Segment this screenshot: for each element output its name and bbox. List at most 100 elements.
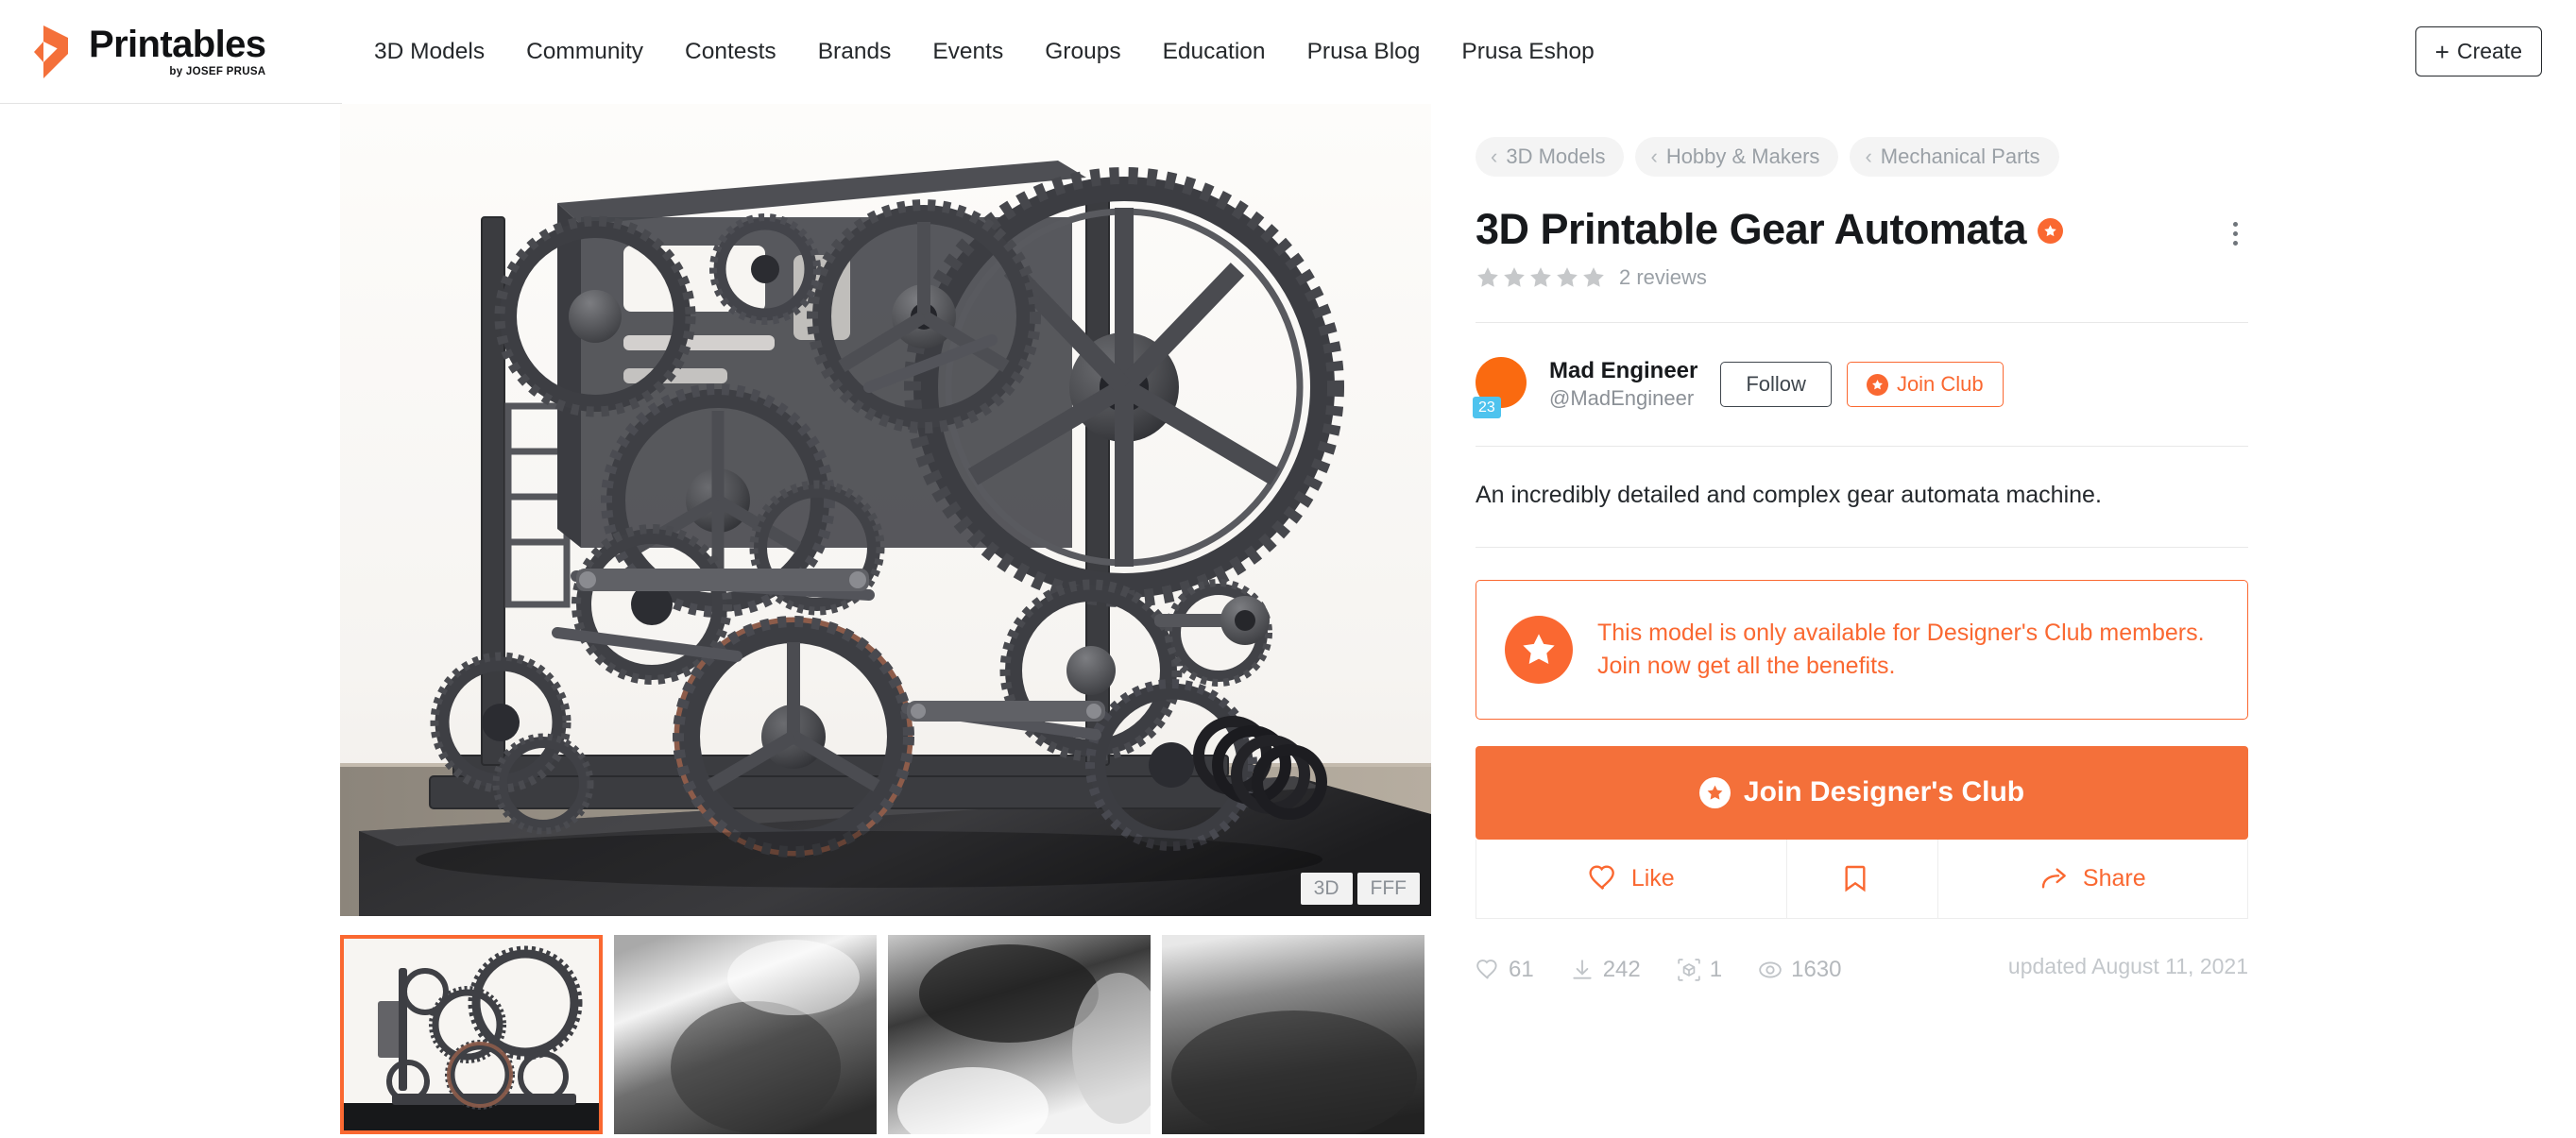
main-navigation: 3D Models Community Contests Brands Even…	[353, 29, 1615, 75]
stat-downloads-value: 242	[1602, 956, 1641, 982]
logo-wordmark: Printables	[89, 24, 266, 66]
page-title: 3D Printable Gear Automata	[1476, 205, 2063, 254]
page-title-text: 3D Printable Gear Automata	[1476, 205, 2027, 253]
chevron-left-icon: ‹	[1865, 144, 1872, 168]
author-names: Mad Engineer @MadEngineer	[1549, 357, 1697, 413]
plus-icon: +	[2434, 37, 2449, 66]
breadcrumb-item-3d-models[interactable]: ‹ 3D Models	[1476, 137, 1625, 177]
author-row: 23 Mad Engineer @MadEngineer Follow Join…	[1473, 357, 2248, 447]
stat-views: 1630	[1758, 956, 1842, 983]
nav-item-prusa-blog[interactable]: Prusa Blog	[1287, 29, 1442, 75]
printables-logo[interactable]: Printables by JOSEF PRUSA	[34, 25, 340, 78]
like-label: Like	[1630, 864, 1675, 892]
viewer-badges: 3D FFF	[1300, 873, 1420, 905]
author-display-name[interactable]: Mad Engineer	[1549, 357, 1697, 385]
breadcrumb-item-mechanical-parts[interactable]: ‹ Mechanical Parts	[1850, 137, 2059, 177]
title-row: 3D Printable Gear Automata	[1476, 205, 2248, 254]
thumbnail-1-image	[340, 935, 603, 1134]
stats-row: 61 242 1 1630 updated August 11, 2021	[1476, 951, 2248, 989]
thumbnail-2[interactable]	[614, 935, 877, 1134]
follow-button[interactable]: Follow	[1720, 362, 1832, 408]
author-avatar[interactable]: 23	[1473, 357, 1530, 419]
viewer-badge-3d[interactable]: 3D	[1300, 873, 1353, 905]
download-icon	[1573, 960, 1592, 979]
more-options-button[interactable]	[2214, 212, 2256, 254]
site-header: Printables by JOSEF PRUSA 3D Models Comm…	[0, 0, 2576, 104]
breadcrumb-label: Hobby & Makers	[1665, 144, 1820, 168]
join-club-button-label: Join Club	[1896, 372, 1984, 397]
author-level-badge: 23	[1473, 396, 1501, 419]
join-designers-club-label: Join Designer's Club	[1743, 776, 2025, 808]
club-star-icon	[1866, 373, 1888, 396]
bookmark-button[interactable]	[1785, 839, 1937, 918]
star-icon	[1504, 266, 1525, 287]
nav-item-3d-models[interactable]: 3D Models	[353, 29, 505, 75]
stat-makes: 1	[1677, 957, 1722, 983]
thumbnail-1[interactable]	[340, 935, 603, 1134]
designers-club-notice: This model is only available for Designe…	[1476, 579, 2248, 720]
club-star-icon	[1698, 776, 1731, 808]
divider	[1476, 321, 2248, 323]
club-badge-icon	[1505, 615, 1573, 684]
share-button[interactable]: Share	[1936, 839, 2247, 918]
nav-item-groups[interactable]: Groups	[1024, 29, 1141, 75]
breadcrumb: ‹ 3D Models ‹ Hobby & Makers ‹ Mechanica…	[1476, 137, 2248, 177]
create-button[interactable]: + Create	[2414, 26, 2542, 76]
dot	[2232, 240, 2238, 246]
thumbnail-3-image	[888, 935, 1151, 1134]
thumbnail-4-image	[1162, 935, 1424, 1134]
model-info-column: ‹ 3D Models ‹ Hobby & Makers ‹ Mechanica…	[1473, 104, 2248, 989]
like-button[interactable]: Like	[1476, 839, 1786, 918]
bookmark-icon	[1845, 866, 1866, 892]
media-column: 3D FFF	[340, 104, 1431, 1138]
main-model-image[interactable]: 3D FFF	[340, 104, 1431, 916]
header-divider	[0, 103, 342, 104]
logo-subtitle: by JOSEF PRUSA	[169, 66, 266, 78]
gear-automata-photo	[340, 104, 1431, 916]
divider	[1476, 546, 2248, 548]
rating-stars[interactable]	[1476, 265, 1606, 290]
club-notice-text: This model is only available for Designe…	[1597, 619, 2205, 679]
thumbnail-3[interactable]	[888, 935, 1151, 1134]
join-designers-club-button[interactable]: Join Designer's Club	[1476, 745, 2248, 840]
eye-icon	[1759, 961, 1782, 978]
nav-item-prusa-eshop[interactable]: Prusa Eshop	[1441, 29, 1614, 75]
breadcrumb-item-hobby-makers[interactable]: ‹ Hobby & Makers	[1635, 137, 1839, 177]
stat-downloads: 242	[1570, 957, 1641, 983]
make-icon	[1678, 959, 1700, 981]
reviews-count[interactable]: 2 reviews	[1619, 265, 1707, 290]
join-club-button[interactable]: Join Club	[1846, 362, 2004, 408]
star-icon	[1477, 266, 1498, 287]
breadcrumb-label: Mechanical Parts	[1880, 144, 2040, 168]
breadcrumb-label: 3D Models	[1506, 144, 1606, 168]
heart-icon	[1589, 865, 1614, 891]
author-handle[interactable]: @MadEngineer	[1549, 385, 1697, 413]
updated-date: updated August 11, 2021	[2007, 953, 2248, 978]
nav-item-education[interactable]: Education	[1142, 29, 1287, 75]
thumbnail-2-image	[614, 935, 877, 1134]
action-row: Like Share	[1476, 839, 2248, 919]
nav-item-brands[interactable]: Brands	[797, 29, 913, 75]
thumbnail-4[interactable]	[1162, 935, 1424, 1134]
star-icon	[1530, 266, 1551, 287]
designers-club-star-icon	[2038, 218, 2063, 244]
viewer-badge-fff[interactable]: FFF	[1356, 873, 1420, 905]
follow-button-label: Follow	[1746, 372, 1806, 397]
nav-item-events[interactable]: Events	[912, 29, 1024, 75]
nav-item-contests[interactable]: Contests	[664, 29, 797, 75]
model-description: An incredibly detailed and complex gear …	[1476, 482, 2102, 509]
stat-likes-value: 61	[1509, 956, 1534, 982]
stat-makes-value: 1	[1709, 956, 1723, 982]
stat-likes: 61	[1476, 957, 1534, 983]
dot	[2232, 221, 2238, 227]
create-button-label: Create	[2456, 39, 2522, 63]
share-label: Share	[2082, 864, 2146, 892]
thumbnail-strip	[340, 935, 1424, 1134]
star-icon	[1557, 266, 1578, 287]
star-icon	[1583, 266, 1604, 287]
stat-views-value: 1630	[1791, 956, 1842, 982]
rating-row: 2 reviews	[1476, 265, 2248, 290]
dot	[2232, 230, 2238, 236]
chevron-left-icon: ‹	[1650, 144, 1658, 168]
nav-item-community[interactable]: Community	[505, 29, 664, 75]
